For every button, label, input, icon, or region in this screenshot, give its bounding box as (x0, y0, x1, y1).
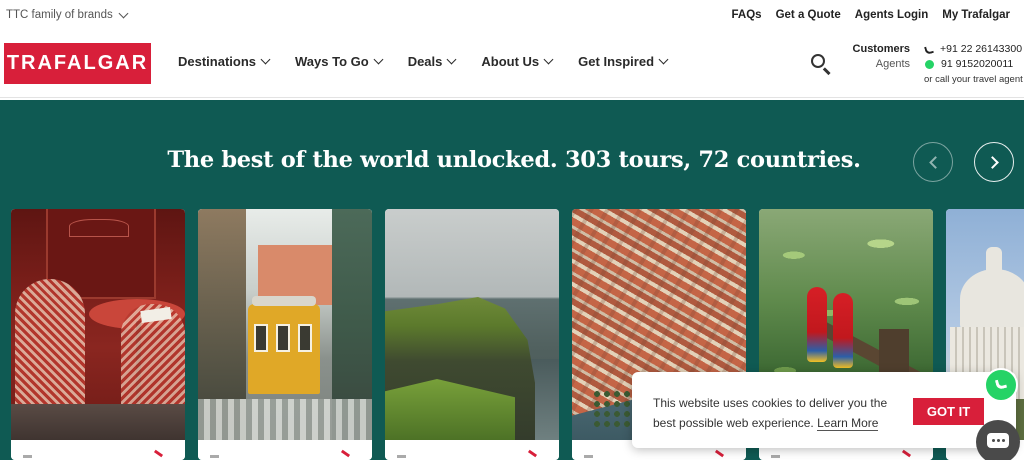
tour-card-image (385, 209, 559, 440)
chevron-down-icon (446, 54, 457, 65)
customers-link[interactable]: Customers (840, 42, 910, 57)
live-chat-button[interactable] (976, 420, 1020, 460)
nav-destinations[interactable]: Destinations (178, 54, 271, 69)
nav-get-inspired[interactable]: Get Inspired (578, 54, 669, 69)
learn-more-link[interactable]: Learn More (817, 416, 879, 431)
faqs-link[interactable]: FAQs (732, 9, 762, 21)
page: TTC family of brands FAQs Get a Quote Ag… (0, 0, 1024, 460)
nav-ways-to-go[interactable]: Ways To Go (295, 54, 384, 69)
whatsapp-chat-button[interactable] (984, 368, 1018, 402)
cookie-banner: This website uses cookies to deliver you… (632, 372, 1016, 448)
search-icon-handle (823, 67, 831, 75)
my-trafalgar-link[interactable]: My Trafalgar (942, 9, 1010, 21)
tour-card-image (198, 209, 372, 440)
chevron-left-icon (929, 156, 942, 169)
nav-deals[interactable]: Deals (407, 54, 457, 69)
search-button[interactable] (809, 52, 833, 76)
trafalgar-logo[interactable]: TRAFALGAR (4, 43, 151, 84)
utility-links: FAQs Get a Quote Agents Login My Trafalg… (732, 9, 1010, 21)
nav-get-inspired-label: Get Inspired (578, 54, 655, 69)
customer-phone-row[interactable]: +91 22 26143300 (924, 42, 1024, 57)
utility-bar: TTC family of brands FAQs Get a Quote Ag… (0, 0, 1024, 32)
agents-login-link[interactable]: Agents Login (855, 9, 928, 21)
chevron-down-icon (658, 54, 669, 65)
carousel-prev-button[interactable] (913, 142, 953, 182)
nav-deals-label: Deals (407, 54, 443, 69)
tour-card[interactable] (198, 209, 372, 460)
chat-icon (987, 433, 1009, 448)
ttc-family-dropdown[interactable]: TTC family of brands (6, 8, 129, 21)
get-a-quote-link[interactable]: Get a Quote (776, 9, 841, 21)
whatsapp-icon (925, 60, 934, 69)
call-agent-note: or call your travel agent (924, 74, 1023, 85)
main-nav: TRAFALGAR Destinations Ways To Go Deals … (0, 32, 1024, 98)
whatsapp-phone-number: 91 9152020011 (941, 58, 1014, 70)
chevron-down-icon (543, 54, 554, 65)
tour-card[interactable] (11, 209, 185, 460)
ttc-family-label: TTC family of brands (6, 9, 113, 21)
nav-ways-to-go-label: Ways To Go (295, 54, 369, 69)
cookie-message-block: This website uses cookies to deliver you… (653, 393, 903, 433)
nav-destinations-label: Destinations (178, 54, 257, 69)
whatsapp-phone-row[interactable]: 91 9152020011 (925, 57, 1024, 72)
chevron-down-icon (373, 54, 384, 65)
search-icon (811, 54, 825, 68)
logo-text: TRAFALGAR (6, 52, 149, 74)
whatsapp-icon (994, 377, 1008, 391)
audience-switch: Customers Agents (840, 42, 910, 72)
chevron-down-icon (260, 54, 271, 65)
tour-card-caption (385, 440, 559, 460)
nav-menu: Destinations Ways To Go Deals About Us G… (178, 54, 693, 69)
got-it-button[interactable]: GOT IT (913, 398, 984, 425)
contact-phones: +91 22 26143300 91 9152020011 or call yo… (924, 42, 1024, 87)
phone-icon (924, 44, 934, 55)
tour-card-caption (11, 440, 185, 460)
carousel-next-button[interactable] (974, 142, 1014, 182)
chevron-down-icon (118, 8, 129, 19)
nav-about-us[interactable]: About Us (481, 54, 554, 69)
tour-card-caption (198, 440, 372, 460)
agents-link[interactable]: Agents (840, 57, 910, 72)
nav-about-us-label: About Us (481, 54, 540, 69)
customer-phone-number: +91 22 26143300 (940, 43, 1023, 55)
tour-card-image (11, 209, 185, 440)
tour-card[interactable] (385, 209, 559, 460)
hero-title: The best of the world unlocked. 303 tour… (167, 147, 861, 173)
chevron-right-icon (986, 156, 999, 169)
